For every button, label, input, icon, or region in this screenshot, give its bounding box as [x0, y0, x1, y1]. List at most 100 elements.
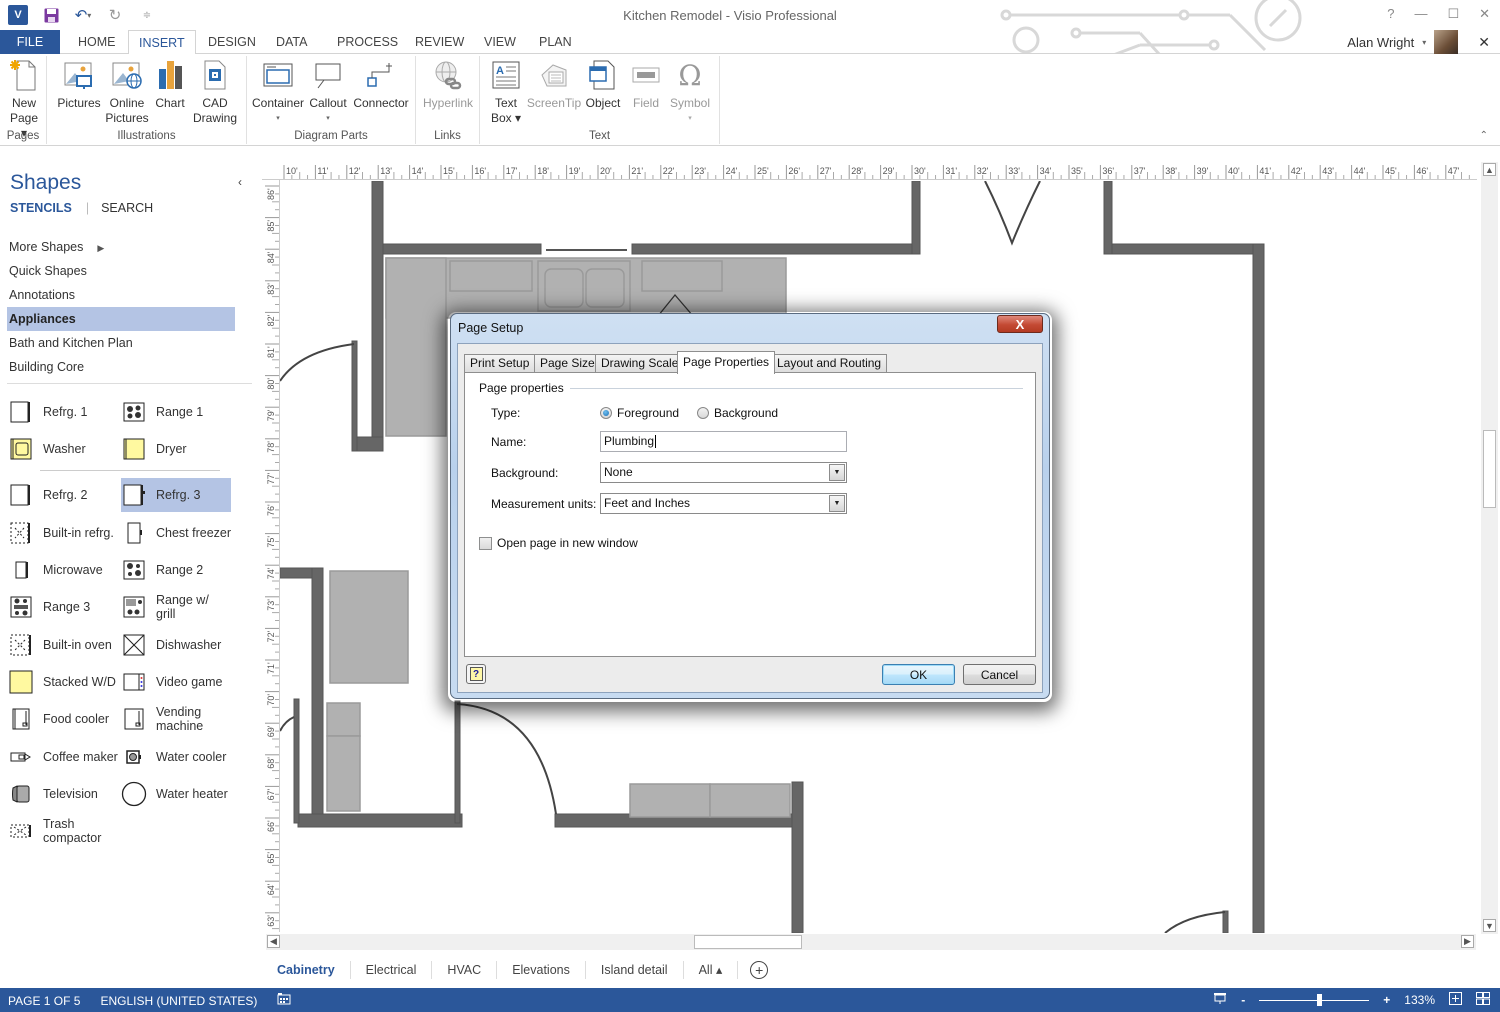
dialog-close-button[interactable]: X — [997, 315, 1043, 333]
stencil-appliances[interactable]: Appliances — [7, 307, 235, 331]
minimize-button[interactable]: — — [1414, 6, 1427, 22]
close-window-button[interactable]: ✕ — [1479, 6, 1490, 22]
close-document-button[interactable]: ✕ — [1478, 34, 1490, 51]
open-new-window-checkbox[interactable]: Open page in new window — [479, 536, 638, 550]
add-page-icon[interactable]: + — [750, 961, 769, 979]
shape-refrg-2[interactable]: Refrg. 2 — [8, 478, 120, 512]
radio-foreground[interactable]: Foreground — [600, 406, 679, 420]
page-tab-all[interactable]: All ▴ — [684, 961, 739, 979]
dialog-tab-print-setup[interactable]: Print Setup — [464, 354, 536, 373]
online-pictures-button[interactable]: Online Pictures — [103, 58, 151, 126]
language-indicator[interactable]: ENGLISH (UNITED STATES) — [100, 994, 257, 1008]
macro-recorder-icon[interactable] — [277, 993, 291, 1008]
page-tab-cabinetry[interactable]: Cabinetry — [262, 961, 351, 979]
chevron-down-icon[interactable]: ▼ — [829, 464, 845, 481]
tab-insert[interactable]: INSERT — [128, 30, 196, 55]
shape-video-game[interactable]: Video game — [121, 665, 233, 699]
horizontal-scrollbar[interactable]: ◀ ▶ — [266, 934, 1476, 950]
tab-home[interactable]: HOME — [68, 30, 126, 54]
vertical-ruler[interactable]: 86' 85' 84' 83' 82' 81' 80' 79' 78' 77' 76' 75' 74' 7… — [262, 180, 280, 932]
fit-page-icon[interactable] — [1449, 992, 1462, 1008]
shape-range-with-grill[interactable]: Range w/ grill — [121, 590, 233, 624]
stencil-bath-and-kitchen-plan[interactable]: Bath and Kitchen Plan — [7, 331, 235, 355]
shape-refrg-3[interactable]: Refrg. 3 — [121, 478, 231, 512]
user-account[interactable]: Alan Wright ▾ ✕ — [1347, 30, 1490, 54]
help-icon[interactable]: ? — [1387, 6, 1394, 22]
shape-range-2[interactable]: Range 2 — [121, 553, 233, 587]
shape-dishwasher[interactable]: Dishwasher — [121, 628, 233, 662]
stencil-more-shapes[interactable]: More Shapes ▶ — [7, 235, 235, 259]
checkbox-box[interactable] — [479, 536, 492, 550]
shape-dryer[interactable]: Dryer — [121, 432, 233, 466]
tab-review[interactable]: REVIEW — [405, 30, 474, 54]
tab-file[interactable]: FILE — [0, 30, 60, 54]
page-name-input[interactable]: Plumbing — [600, 431, 847, 452]
scroll-down-arrow[interactable]: ▼ — [1483, 919, 1496, 932]
vertical-scrollbar[interactable]: ▲ ▼ — [1481, 162, 1498, 934]
stencil-annotations[interactable]: Annotations — [7, 283, 235, 307]
page-tab-electrical[interactable]: Electrical — [351, 961, 433, 979]
tab-search[interactable]: SEARCH — [101, 201, 153, 215]
dialog-tab-drawing-scale[interactable]: Drawing Scale — [595, 354, 685, 373]
scroll-left-arrow[interactable]: ◀ — [267, 935, 280, 948]
field-button[interactable]: Field — [626, 58, 666, 111]
tab-process[interactable]: PROCESS — [327, 30, 408, 54]
symbol-button[interactable]: Ω Symbol ▾ — [668, 58, 712, 126]
zoom-level[interactable]: 133% — [1404, 993, 1435, 1007]
user-name[interactable]: Alan Wright — [1347, 35, 1414, 50]
new-page-button[interactable]: New Page ▾ — [6, 58, 42, 141]
collapse-ribbon-icon[interactable]: ⌃ — [1480, 130, 1488, 141]
dialog-tab-page-size[interactable]: Page Size — [534, 354, 601, 373]
connector-button[interactable]: Connector — [351, 58, 411, 111]
callout-button[interactable]: Callout ▾ — [305, 58, 351, 126]
text-box-button[interactable]: A Text Box ▾ — [486, 58, 526, 126]
zoom-in-button[interactable]: + — [1383, 993, 1390, 1007]
page-tab-elevations[interactable]: Elevations — [497, 961, 586, 979]
shape-refrg-1[interactable]: Refrg. 1 — [8, 395, 120, 429]
pictures-button[interactable]: Pictures — [55, 58, 103, 111]
shape-water-heater[interactable]: Water heater — [121, 777, 233, 811]
tab-design[interactable]: DESIGN — [198, 30, 266, 54]
shape-television[interactable]: Television — [8, 777, 120, 811]
zoom-out-button[interactable]: - — [1241, 993, 1245, 1007]
presentation-mode-icon[interactable] — [1213, 992, 1227, 1008]
background-select[interactable]: None ▼ — [600, 462, 847, 483]
cancel-button[interactable]: Cancel — [963, 664, 1036, 685]
collapse-pane-icon[interactable]: ‹ — [238, 175, 242, 189]
page-indicator[interactable]: PAGE 1 OF 5 — [8, 994, 80, 1008]
switch-windows-icon[interactable] — [1476, 992, 1490, 1008]
scroll-right-arrow[interactable]: ▶ — [1461, 935, 1474, 948]
stencil-building-core[interactable]: Building Core — [7, 355, 235, 379]
object-button[interactable]: Object — [582, 58, 624, 111]
shape-chest-freezer[interactable]: Chest freezer — [121, 516, 233, 550]
tab-stencils[interactable]: STENCILS — [10, 201, 72, 215]
ok-button[interactable]: OK — [882, 664, 955, 685]
shape-vending-machine[interactable]: Vending machine — [121, 702, 233, 736]
radio-background[interactable]: Background — [697, 406, 778, 420]
tab-plan[interactable]: PLAN — [529, 30, 582, 54]
zoom-slider-knob[interactable] — [1317, 994, 1323, 1006]
zoom-slider[interactable] — [1259, 993, 1370, 1007]
horizontal-scroll-thumb[interactable] — [694, 935, 802, 949]
screentip-button[interactable]: ScreenTip — [526, 58, 582, 111]
scroll-up-arrow[interactable]: ▲ — [1483, 163, 1496, 176]
shape-range-3[interactable]: Range 3 — [8, 590, 120, 624]
chart-button[interactable]: Chart — [151, 58, 189, 111]
radio-foreground-indicator[interactable] — [600, 407, 612, 419]
shape-stacked-wd[interactable]: Stacked W/D — [8, 665, 120, 699]
hyperlink-button[interactable]: Hyperlink — [420, 58, 476, 111]
shape-built-in-oven[interactable]: Built-in oven — [8, 628, 120, 662]
cad-drawing-button[interactable]: CAD Drawing — [192, 58, 238, 126]
stencil-quick-shapes[interactable]: Quick Shapes — [7, 259, 235, 283]
dialog-tab-layout-and-routing[interactable]: Layout and Routing — [771, 354, 888, 373]
tab-data[interactable]: DATA — [266, 30, 317, 54]
shape-built-in-refrg[interactable]: Built-in refrg. — [8, 516, 120, 550]
shape-coffee-maker[interactable]: Coffee maker — [8, 740, 120, 774]
restore-button[interactable]: ☐ — [1447, 6, 1459, 22]
page-tab-hvac[interactable]: HVAC — [432, 961, 498, 979]
page-tab-island-detail[interactable]: Island detail — [586, 961, 684, 979]
measurement-units-select[interactable]: Feet and Inches ▼ — [600, 493, 847, 514]
shape-washer[interactable]: Washer — [8, 432, 120, 466]
shape-trash-compactor[interactable]: Trash compactor — [8, 814, 120, 848]
container-button[interactable]: Container ▾ — [251, 58, 305, 126]
